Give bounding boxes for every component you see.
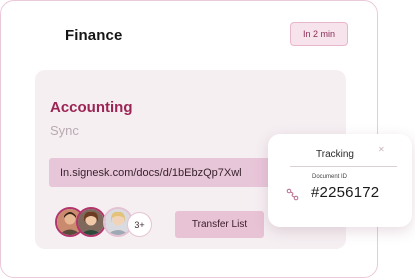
document-id-label: Document ID xyxy=(312,174,348,180)
page-title: Finance xyxy=(65,27,123,44)
stage: Finance In 2 min Accounting Sync In.sign… xyxy=(0,0,415,280)
route-icon xyxy=(286,188,299,201)
transfer-list-button[interactable]: Transfer List xyxy=(175,211,264,238)
tracking-popup: Tracking ✕ Document ID #2256172 xyxy=(268,134,412,227)
time-badge: In 2 min xyxy=(290,22,348,46)
avatar[interactable] xyxy=(76,207,106,237)
close-icon[interactable]: ✕ xyxy=(378,145,385,154)
divider xyxy=(290,166,397,167)
card-title: Accounting xyxy=(50,99,133,116)
card-subtitle: Sync xyxy=(50,123,79,138)
more-members-count[interactable]: 3+ xyxy=(127,212,152,237)
avatar-person-2-icon xyxy=(78,209,104,235)
document-id-value: #2256172 xyxy=(311,184,380,201)
